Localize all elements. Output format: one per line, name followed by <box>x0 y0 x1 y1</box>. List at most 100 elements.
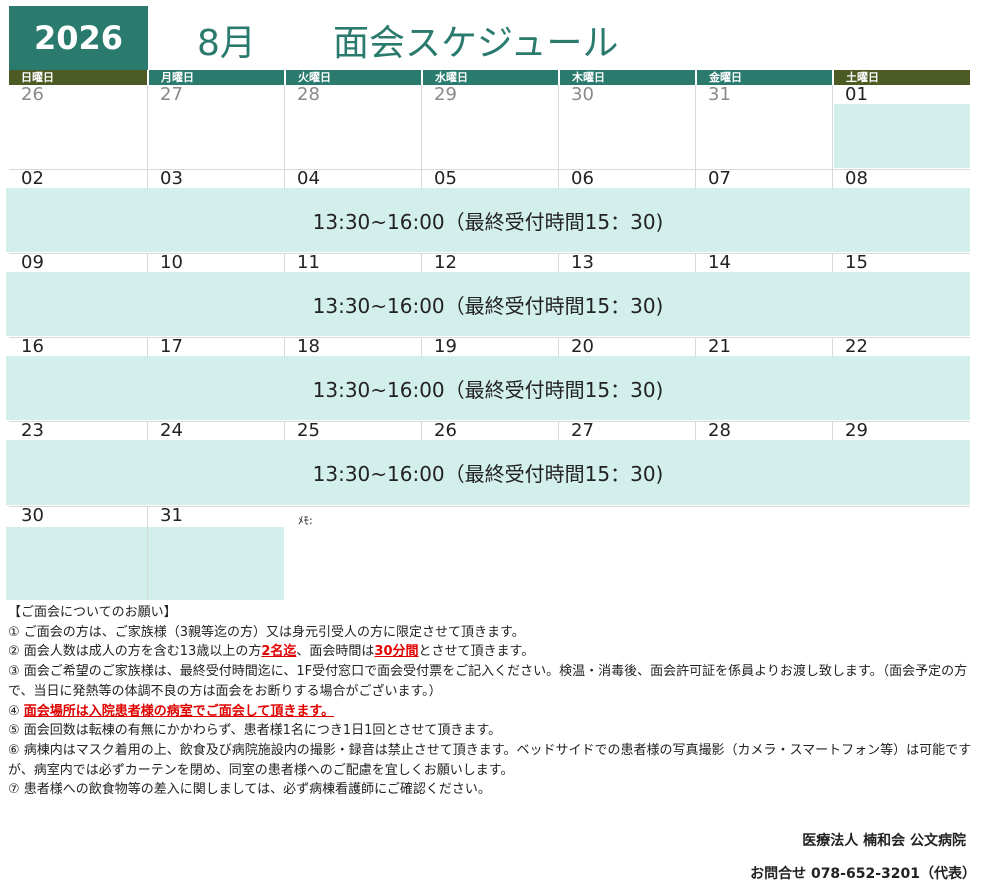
day-number: 26 <box>434 420 457 441</box>
day-number: 23 <box>21 420 44 441</box>
year-badge: 2026 <box>9 6 148 70</box>
day-cell[interactable]: 18 <box>284 337 421 357</box>
day-cell[interactable]: 05 <box>421 169 558 189</box>
day-number: 31 <box>160 505 183 526</box>
day-number: 27 <box>160 84 183 105</box>
day-cell[interactable]: 16 <box>9 337 147 357</box>
day-number: 05 <box>434 168 457 189</box>
day-number: 28 <box>708 420 731 441</box>
notes-heading: 【ご面会についてのお願い】 <box>8 605 177 620</box>
visiting-notes: 【ご面会についてのお願い】 ① ご面会の方は、ご家族様（3親等迄の方）又は身元引… <box>8 603 972 800</box>
day-cell[interactable]: 31 <box>695 85 832 169</box>
day-number: 11 <box>297 252 320 273</box>
day-number: 18 <box>297 336 320 357</box>
note-5: ⑤ 面会回数は転棟の有無にかかわらず、患者様1名につき1日1回とさせて頂きます。 <box>8 723 502 739</box>
day-cell[interactable]: 26 <box>9 85 147 169</box>
day-number: 31 <box>708 84 731 105</box>
day-cell[interactable]: 06 <box>558 169 695 189</box>
day-cell[interactable]: 20 <box>558 337 695 357</box>
weekday-thursday: 木曜日 <box>560 70 695 85</box>
day-cell[interactable]: 11 <box>284 253 421 273</box>
day-cell[interactable]: 13 <box>558 253 695 273</box>
day-number: 22 <box>845 336 868 357</box>
day-number: 24 <box>160 420 183 441</box>
day-cell[interactable]: 19 <box>421 337 558 357</box>
day-number: 10 <box>160 252 183 273</box>
day-number: 06 <box>571 168 594 189</box>
day-number: 27 <box>571 420 594 441</box>
day-number: 14 <box>708 252 731 273</box>
day-cell[interactable]: 30 <box>9 506 147 600</box>
day-cell[interactable]: 27 <box>147 85 284 169</box>
day-cell[interactable]: 23 <box>9 421 147 441</box>
day-number: 08 <box>845 168 868 189</box>
day-cell[interactable]: 15 <box>832 253 970 273</box>
note-2: ② 面会人数は成人の方を含む13歳以上の方2名迄、面会時間は30分間とさせて頂き… <box>8 642 972 662</box>
day-cell[interactable]: 24 <box>147 421 284 441</box>
note-4-number: ④ <box>8 703 24 719</box>
day-cell[interactable]: 02 <box>9 169 147 189</box>
note-4-location: 面会場所は入院患者様の病室でご面会して頂きます。 <box>23 703 335 719</box>
day-cell[interactable]: 28 <box>284 85 421 169</box>
day-number: 12 <box>434 252 457 273</box>
note-2-time-limit: 30分間 <box>374 644 419 660</box>
day-number: 07 <box>708 168 731 189</box>
weekday-monday: 月曜日 <box>149 70 284 85</box>
weekday-friday: 金曜日 <box>697 70 832 85</box>
day-cell[interactable]: 10 <box>147 253 284 273</box>
day-number: 21 <box>708 336 731 357</box>
day-number: 29 <box>845 420 868 441</box>
weekday-wednesday: 水曜日 <box>423 70 558 85</box>
day-number: 30 <box>571 84 594 105</box>
day-number: 17 <box>160 336 183 357</box>
visiting-hours-band: 13:30~16:00（最終受付時間15：30) <box>6 188 970 252</box>
day-cell[interactable]: 03 <box>147 169 284 189</box>
memo-label: ﾒﾓ: <box>298 514 313 527</box>
day-number: 01 <box>845 84 868 105</box>
note-2-visitor-limit: 2名迄 <box>261 644 297 660</box>
day-number: 30 <box>21 505 44 526</box>
day-cell[interactable]: 28 <box>695 421 832 441</box>
day-cell[interactable]: 21 <box>695 337 832 357</box>
day-cell[interactable]: 14 <box>695 253 832 273</box>
day-number: 03 <box>160 168 183 189</box>
month-label: 8月 <box>197 23 256 64</box>
day-cell[interactable]: 29 <box>421 85 558 169</box>
day-cell[interactable]: 04 <box>284 169 421 189</box>
day-number: 02 <box>21 168 44 189</box>
day-cell[interactable]: 31 <box>147 506 284 600</box>
day-cell[interactable]: 25 <box>284 421 421 441</box>
day-cell[interactable]: 01 <box>832 85 970 169</box>
day-number: 16 <box>21 336 44 357</box>
day-cell[interactable]: 09 <box>9 253 147 273</box>
day-number: 19 <box>434 336 457 357</box>
day-cell[interactable]: 17 <box>147 337 284 357</box>
note-2-text: ② 面会人数は成人の方を含む13歳以上の方 <box>8 644 262 660</box>
day-cell[interactable]: 07 <box>695 169 832 189</box>
day-cell[interactable]: 26 <box>421 421 558 441</box>
note-4: ④ 面会場所は入院患者様の病室でご面会して頂きます。 <box>8 702 972 722</box>
note-6: ⑥ 病棟内はマスク着用の上、飲食及び病院施設内の撮影・録音は禁止させて頂きます。… <box>8 742 972 778</box>
day-cell[interactable]: 27 <box>558 421 695 441</box>
day-cell[interactable]: 30 <box>558 85 695 169</box>
note-2-text: とさせて頂きます。 <box>418 644 535 660</box>
day-cell[interactable]: 12 <box>421 253 558 273</box>
day-number: 15 <box>845 252 868 273</box>
visiting-hours-band: 13:30~16:00（最終受付時間15：30) <box>6 272 970 336</box>
organization-name: 医療法人 楠和会 公文病院 <box>802 833 966 849</box>
day-number: 13 <box>571 252 594 273</box>
day-number: 20 <box>571 336 594 357</box>
day-number: 26 <box>21 84 44 105</box>
day-number: 28 <box>297 84 320 105</box>
day-cell[interactable]: 22 <box>832 337 970 357</box>
day-number: 04 <box>297 168 320 189</box>
day-number: 09 <box>21 252 44 273</box>
page-title: 面会スケジュール <box>333 23 619 64</box>
day-number: 25 <box>297 420 320 441</box>
day-cell[interactable]: 29 <box>832 421 970 441</box>
weekday-saturday: 土曜日 <box>834 70 970 85</box>
day-cell[interactable]: 08 <box>832 169 970 189</box>
weekday-sunday: 日曜日 <box>9 70 147 85</box>
note-7: ⑦ 患者様への飲食物等の差入に関しましては、必ず病棟看護師にご確認ください。 <box>8 782 491 798</box>
visiting-hours-band: 13:30~16:00（最終受付時間15：30) <box>6 440 970 505</box>
